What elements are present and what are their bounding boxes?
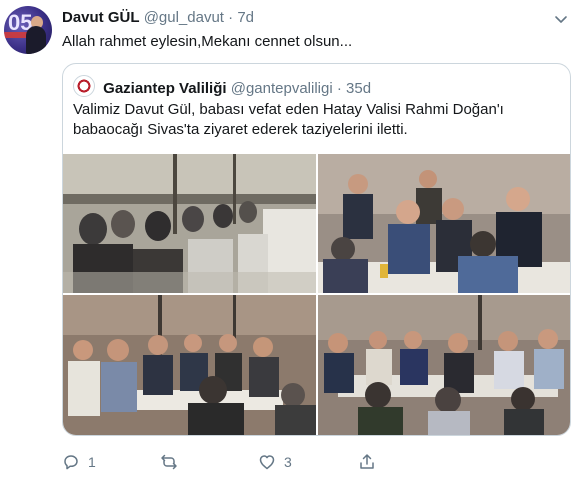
photo-grid: [63, 154, 570, 435]
like-action[interactable]: 3: [258, 452, 292, 472]
tweet-header: Davut GÜL @gul_davut · 7d: [62, 9, 254, 26]
photo-1[interactable]: [63, 154, 316, 293]
header-separator: ·: [223, 9, 238, 26]
photo-2[interactable]: [318, 154, 570, 293]
quoted-separator: ·: [332, 80, 347, 97]
author-name[interactable]: Davut GÜL: [62, 9, 140, 26]
chevron-down-icon[interactable]: [554, 12, 568, 26]
quoted-author-handle[interactable]: @gantepvaliligi: [231, 80, 333, 97]
avatar-person: [26, 26, 46, 54]
share-action[interactable]: [358, 452, 376, 472]
tweet-actions: 1 3: [62, 452, 562, 472]
quoted-avatar[interactable]: [73, 75, 95, 97]
quoted-tweet[interactable]: Gaziantep Valiliği @gantepvaliligi · 35d…: [62, 63, 571, 436]
tweet-text: Allah rahmet eylesin,Mekanı cennet olsun…: [62, 33, 353, 50]
reply-action[interactable]: 1: [62, 452, 96, 472]
share-icon: [360, 454, 374, 469]
photo-4[interactable]: [318, 295, 570, 435]
quoted-text: Valimiz Davut Gül, babası vefat eden Hat…: [73, 100, 553, 140]
reply-count: 1: [88, 454, 96, 470]
like-count: 3: [284, 454, 292, 470]
reply-icon: [64, 455, 78, 470]
author-handle[interactable]: @gul_davut: [144, 9, 224, 26]
author-avatar[interactable]: 05: [4, 6, 52, 54]
heart-icon: [259, 455, 275, 470]
tweet-time[interactable]: 7d: [237, 9, 254, 26]
quoted-time[interactable]: 35d: [346, 80, 371, 97]
quoted-text-line-1: Valimiz Davut Gül, babası vefat eden Hat…: [73, 101, 504, 118]
quoted-author-name[interactable]: Gaziantep Valiliği: [103, 80, 226, 97]
quoted-header: Gaziantep Valiliği @gantepvaliligi · 35d: [73, 75, 371, 97]
photo-3[interactable]: [63, 295, 316, 435]
retweet-action[interactable]: [160, 452, 186, 472]
tweet[interactable]: 05 Davut GÜL @gul_davut · 7d Allah rahme…: [0, 0, 578, 477]
quoted-text-line-2: babaocağı Sivas'ta ziyaret ederek taziye…: [73, 121, 408, 138]
retweet-icon: [161, 454, 177, 470]
